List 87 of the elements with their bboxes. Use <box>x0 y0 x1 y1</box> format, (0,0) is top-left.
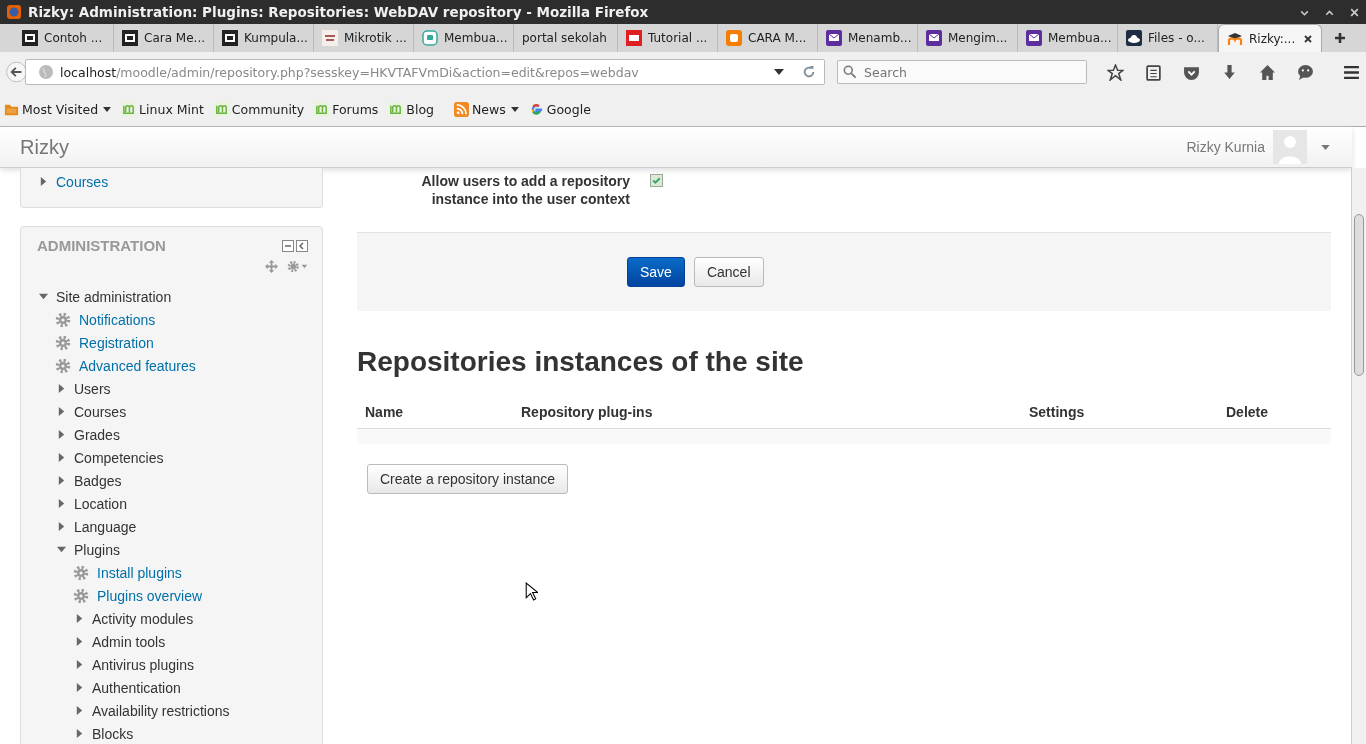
column-header: Delete <box>1225 404 1270 420</box>
site-icon <box>322 30 338 46</box>
mail-icon <box>826 30 842 46</box>
chat-icon[interactable] <box>1297 63 1314 81</box>
column-header: Settings <box>1028 404 1086 420</box>
close-icon[interactable] <box>1349 6 1360 18</box>
gear-icon <box>73 587 89 604</box>
gear-icon <box>55 357 71 374</box>
browser-tab[interactable]: Rizky:... <box>1218 24 1322 52</box>
gear-icon <box>55 334 71 351</box>
tree-item[interactable]: Antivirus plugins <box>37 653 308 676</box>
site-icon <box>22 30 38 46</box>
reload-icon[interactable] <box>802 65 816 79</box>
tree-item[interactable]: Users <box>37 377 308 400</box>
tree-item[interactable]: Courses <box>37 400 308 423</box>
bookmark-star-icon[interactable] <box>1107 63 1124 81</box>
cancel-button[interactable]: Cancel <box>693 257 764 287</box>
tree-item[interactable]: Authentication <box>37 676 308 699</box>
bookmark-item[interactable]: Blog <box>388 101 434 117</box>
close-tab-icon[interactable] <box>1303 33 1313 44</box>
address-bar[interactable]: localhost/moodle/admin/repository.php?sesskey=HKVTAFVmDi&action=edit&repos=webdav <box>25 59 825 85</box>
mint-icon <box>213 101 229 117</box>
tree-item[interactable]: Advanced features <box>37 354 308 377</box>
save-button[interactable]: Save <box>627 257 685 287</box>
bookmark-item[interactable]: Google <box>528 101 591 117</box>
tree-item[interactable]: Language <box>37 515 308 538</box>
reading-list-icon[interactable] <box>1145 63 1162 81</box>
bookmark-item[interactable]: News <box>454 101 519 117</box>
tree-item[interactable]: Courses <box>37 170 308 193</box>
checkbox[interactable] <box>650 174 663 187</box>
settings-icon[interactable] <box>286 260 308 273</box>
dock-icon[interactable] <box>296 239 308 252</box>
site-icon <box>626 30 642 46</box>
user-name[interactable]: Rizky Kurnia <box>1186 139 1265 155</box>
scrollbar-thumb[interactable] <box>1354 214 1364 376</box>
tree-item[interactable]: Registration <box>37 331 308 354</box>
bookmark-item[interactable]: Linux Mint <box>121 101 204 117</box>
gear-icon <box>73 564 89 581</box>
new-tab-icon[interactable] <box>1334 32 1346 44</box>
blog-icon <box>422 30 438 46</box>
firefox-icon <box>6 4 22 20</box>
search-icon <box>843 65 857 79</box>
mint-icon <box>121 101 137 117</box>
site-icon <box>222 30 238 46</box>
column-header: Name <box>364 404 405 420</box>
block-title: ADMINISTRATION <box>37 237 166 254</box>
bookmark-item[interactable]: Forums <box>314 101 379 117</box>
site-brand[interactable]: Rizky <box>20 135 1187 159</box>
tree-item[interactable]: Grades <box>37 423 308 446</box>
window-title: Rizky: Administration: Plugins: Repositories: WebDAV repository - Mozilla Firefox <box>28 4 650 20</box>
tree-item[interactable]: Activity modules <box>37 607 308 630</box>
cloud-icon <box>1126 30 1142 46</box>
create-instance-button[interactable]: Create a repository instance <box>367 464 569 494</box>
mail-icon <box>926 30 942 46</box>
collapse-icon[interactable] <box>282 239 294 252</box>
tree-item[interactable]: Install plugins <box>37 561 308 584</box>
moodle-icon <box>1227 30 1243 47</box>
caret-icon[interactable] <box>1321 144 1330 150</box>
tree-item[interactable]: Badges <box>37 469 308 492</box>
tree-item[interactable]: Plugins overview <box>37 584 308 607</box>
search-field[interactable]: Search <box>837 60 1087 84</box>
home-icon[interactable] <box>1259 63 1276 81</box>
tree-item[interactable]: Site administration <box>37 285 308 308</box>
tree-item[interactable]: Plugins <box>37 538 308 561</box>
globe-icon <box>38 64 54 80</box>
blogger-icon <box>726 30 742 46</box>
mail-icon <box>1026 30 1042 46</box>
menu-icon[interactable] <box>1343 63 1360 81</box>
section-heading: Repositories instances of the site <box>357 346 805 378</box>
column-header: Repository plug-ins <box>520 404 654 420</box>
bookmark-item[interactable]: Most Visited <box>4 101 112 117</box>
dropdown-icon[interactable] <box>774 69 784 75</box>
rss-icon <box>454 101 469 117</box>
tree-item[interactable]: Location <box>37 492 308 515</box>
tree-item[interactable]: Availability restrictions <box>37 699 308 722</box>
mint-icon <box>314 101 330 117</box>
tree-item[interactable]: Blocks <box>37 722 308 744</box>
bookmark-item[interactable]: Community <box>213 101 305 117</box>
mouse-cursor-icon <box>525 582 538 601</box>
tree-item[interactable]: Competencies <box>37 446 308 469</box>
site-icon <box>122 30 138 46</box>
tree-item[interactable]: Admin tools <box>37 630 308 653</box>
move-icon[interactable] <box>265 260 278 273</box>
mint-icon <box>388 101 404 117</box>
tree-item[interactable]: Notifications <box>37 308 308 331</box>
gear-icon <box>55 311 71 328</box>
setting-label: Allow users to add a repository instance into the user context <box>420 172 630 208</box>
